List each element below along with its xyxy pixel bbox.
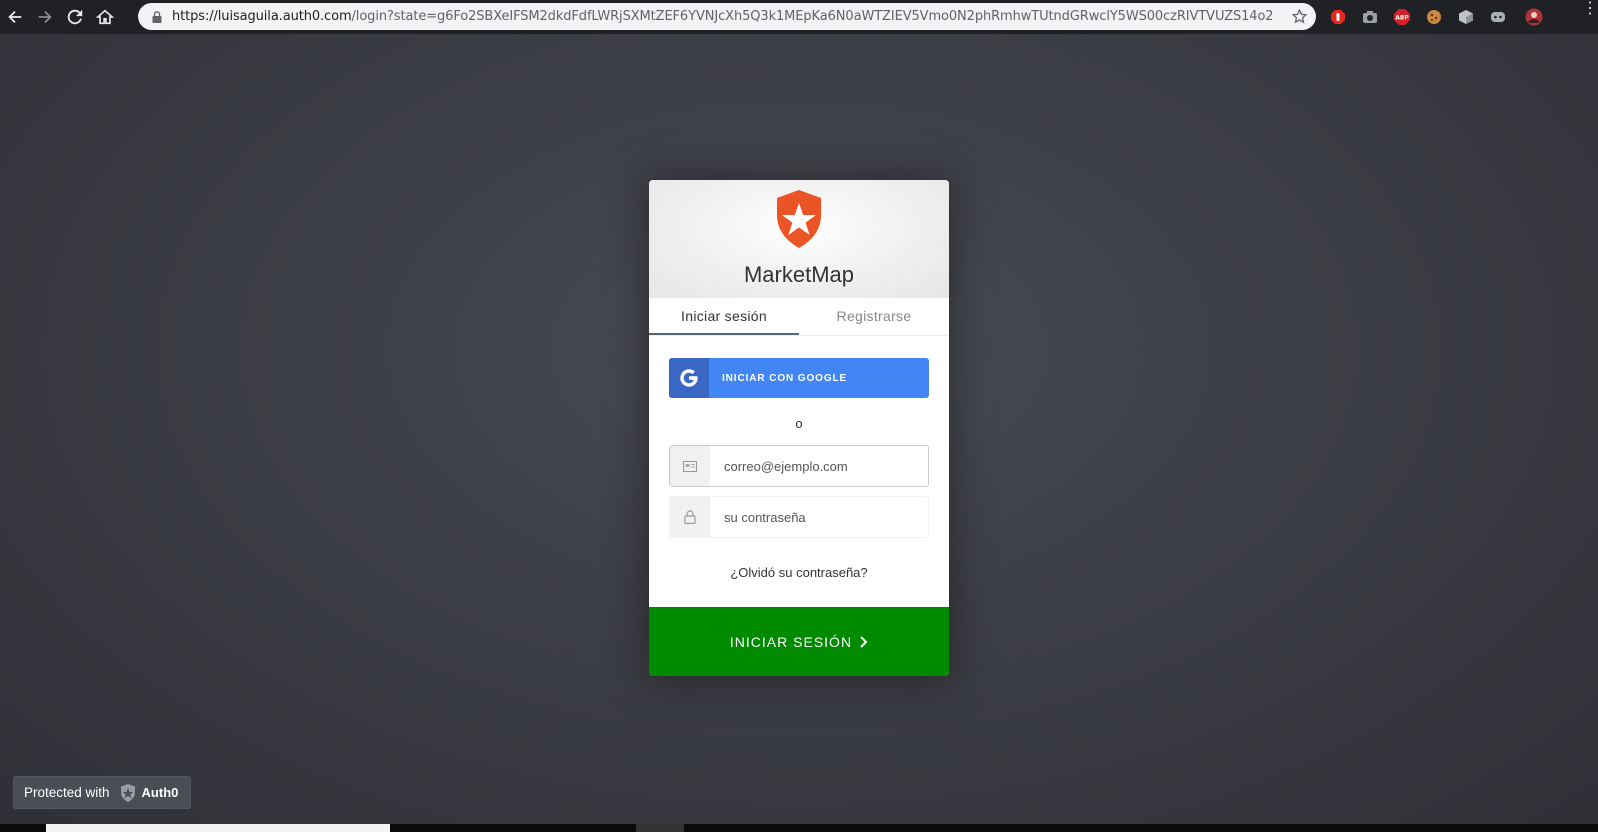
protected-text: Protected with xyxy=(24,785,110,800)
google-login-label: INICIAR CON GOOGLE xyxy=(722,372,848,384)
svg-text:ABP: ABP xyxy=(1395,15,1409,22)
auth-tabs: Iniciar sesión Registrarse xyxy=(649,298,949,336)
bookmark-star-icon[interactable] xyxy=(1291,8,1308,25)
lock-icon xyxy=(670,497,710,537)
taskbar-item[interactable] xyxy=(636,824,684,832)
separator-text: o xyxy=(795,416,803,431)
password-field xyxy=(669,496,929,538)
auth0-brand-text: Auth0 xyxy=(141,785,179,800)
chevron-right-icon xyxy=(860,635,868,648)
login-submit-button[interactable]: INICIAR SESIÓN xyxy=(649,607,949,676)
stop-extension-icon[interactable] xyxy=(1325,4,1351,30)
app-title: MarketMap xyxy=(743,262,855,287)
adblock-extension-icon[interactable]: ABP xyxy=(1389,4,1415,30)
email-card-icon xyxy=(670,446,710,486)
reload-icon[interactable] xyxy=(60,2,90,32)
forward-icon[interactable] xyxy=(30,2,60,32)
profile-avatar-icon[interactable] xyxy=(1521,4,1547,30)
url-host: https://luisaguila.auth0.com xyxy=(172,9,352,24)
google-login-button[interactable]: INICIAR CON GOOGLE xyxy=(669,358,929,398)
url-path: /login?state=g6Fo2SBXeIFSM2dkdFdfLWRjSXM… xyxy=(351,9,1272,24)
cube-extension-icon[interactable] xyxy=(1453,4,1479,30)
extension-icons: ABP xyxy=(1325,4,1553,30)
forgot-password-link[interactable]: ¿Olvidó su contraseña? xyxy=(649,565,949,580)
login-submit-label: INICIAR SESIÓN xyxy=(729,633,853,650)
tab-signup[interactable]: Registrarse xyxy=(799,298,949,335)
protected-with-auth0-badge[interactable]: Protected with Auth0 xyxy=(13,776,191,809)
home-icon[interactable] xyxy=(90,2,120,32)
card-header: MarketMap xyxy=(649,180,949,298)
google-icon xyxy=(669,358,709,398)
url-text: https://luisaguila.auth0.com/login?state… xyxy=(172,9,1272,24)
taskbar-search-box[interactable] xyxy=(46,824,390,832)
address-bar[interactable]: https://luisaguila.auth0.com/login?state… xyxy=(138,3,1316,30)
email-field xyxy=(669,445,929,487)
camera-extension-icon[interactable] xyxy=(1357,4,1383,30)
tab-login[interactable]: Iniciar sesión xyxy=(649,298,799,335)
back-icon[interactable] xyxy=(0,2,30,32)
cookie-extension-icon[interactable] xyxy=(1421,4,1447,30)
discord-extension-icon[interactable] xyxy=(1485,4,1511,30)
os-taskbar xyxy=(0,824,1598,832)
lock-icon xyxy=(152,10,162,23)
email-input[interactable] xyxy=(710,446,928,486)
password-input[interactable] xyxy=(710,497,928,537)
menu-icon[interactable]: ⋮ xyxy=(1582,1,1598,17)
browser-toolbar: https://luisaguila.auth0.com/login?state… xyxy=(0,0,1598,34)
auth0-shield-logo-icon xyxy=(777,190,821,248)
auth0-logo-icon xyxy=(120,783,135,802)
login-card: MarketMap Iniciar sesión Registrarse INI… xyxy=(649,180,949,676)
